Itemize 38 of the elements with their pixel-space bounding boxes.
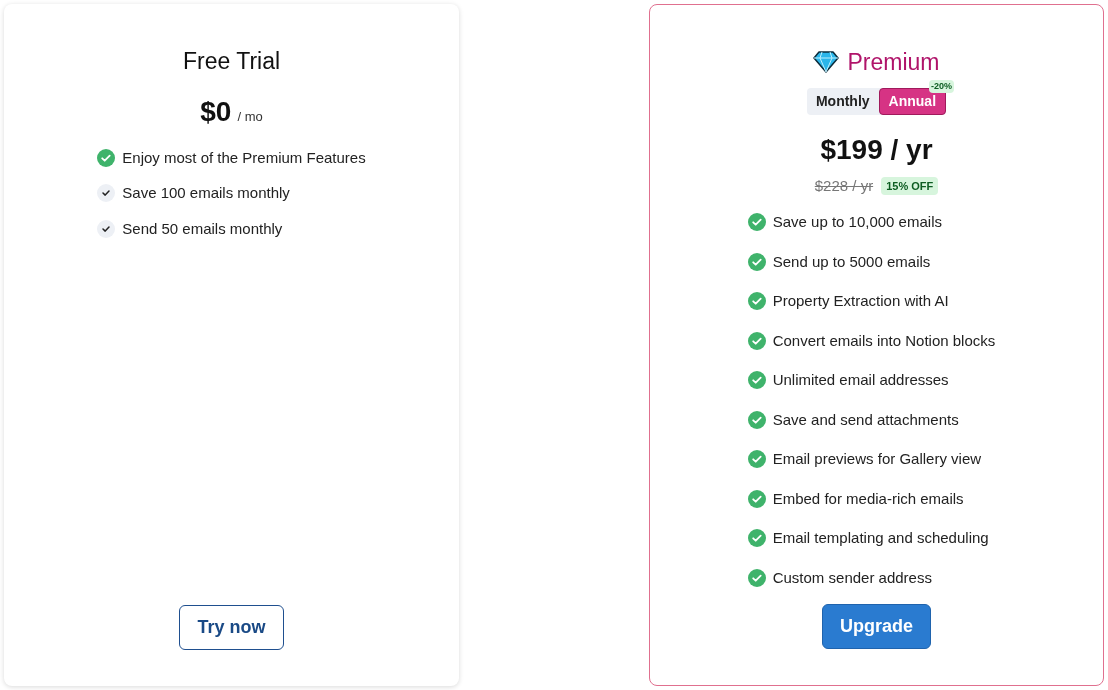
check-circle-icon (747, 529, 766, 548)
plan-title: Premium (847, 48, 940, 77)
discount-tag: 15% OFF (881, 176, 939, 195)
check-circle-icon (97, 148, 116, 167)
check-circle-icon (747, 331, 766, 350)
check-circle-icon (747, 450, 766, 469)
upgrade-button[interactable]: Upgrade (822, 604, 931, 649)
feature-text: Embed for media-rich emails (772, 488, 964, 509)
feature-text: Send up to 5000 emails (772, 251, 931, 272)
price: $199 / yr (820, 132, 933, 167)
feature-text: Property Extraction with AI (772, 291, 949, 311)
discount-badge: -20% (929, 79, 955, 93)
price: $0 (200, 94, 232, 129)
feature-text: Save 100 emails monthly (122, 183, 290, 203)
billing-option[interactable]: Monthly (806, 87, 879, 115)
check-icon (97, 184, 116, 203)
feature-text: Send 50 emails monthly (122, 218, 283, 239)
feature-text: Email templating and scheduling (772, 528, 989, 548)
check-circle-icon (747, 252, 766, 271)
feature-text: Email previews for Gallery view (772, 449, 982, 469)
check-circle-icon (747, 410, 766, 429)
check-circle-icon (747, 568, 766, 587)
price-period: / mo (237, 107, 263, 126)
plan-title: Free Trial (182, 47, 281, 76)
feature-text: Save up to 10,000 emails (772, 212, 942, 232)
feature-text: Convert emails into Notion blocks (772, 330, 996, 351)
try-button[interactable]: Try now (179, 605, 284, 650)
old-price: $228 / yr (814, 175, 874, 196)
check-circle-icon (747, 489, 766, 508)
feature-text: Save and send attachments (772, 409, 959, 430)
feature-text: Custom sender address (772, 567, 932, 588)
feature-text: Enjoy most of the Premium Features (122, 147, 366, 168)
check-icon (97, 219, 116, 238)
feature-text: Unlimited email addresses (772, 370, 949, 390)
check-circle-icon (747, 292, 766, 311)
diamond-icon (813, 51, 840, 74)
check-circle-icon (747, 213, 766, 232)
check-circle-icon (747, 371, 766, 390)
